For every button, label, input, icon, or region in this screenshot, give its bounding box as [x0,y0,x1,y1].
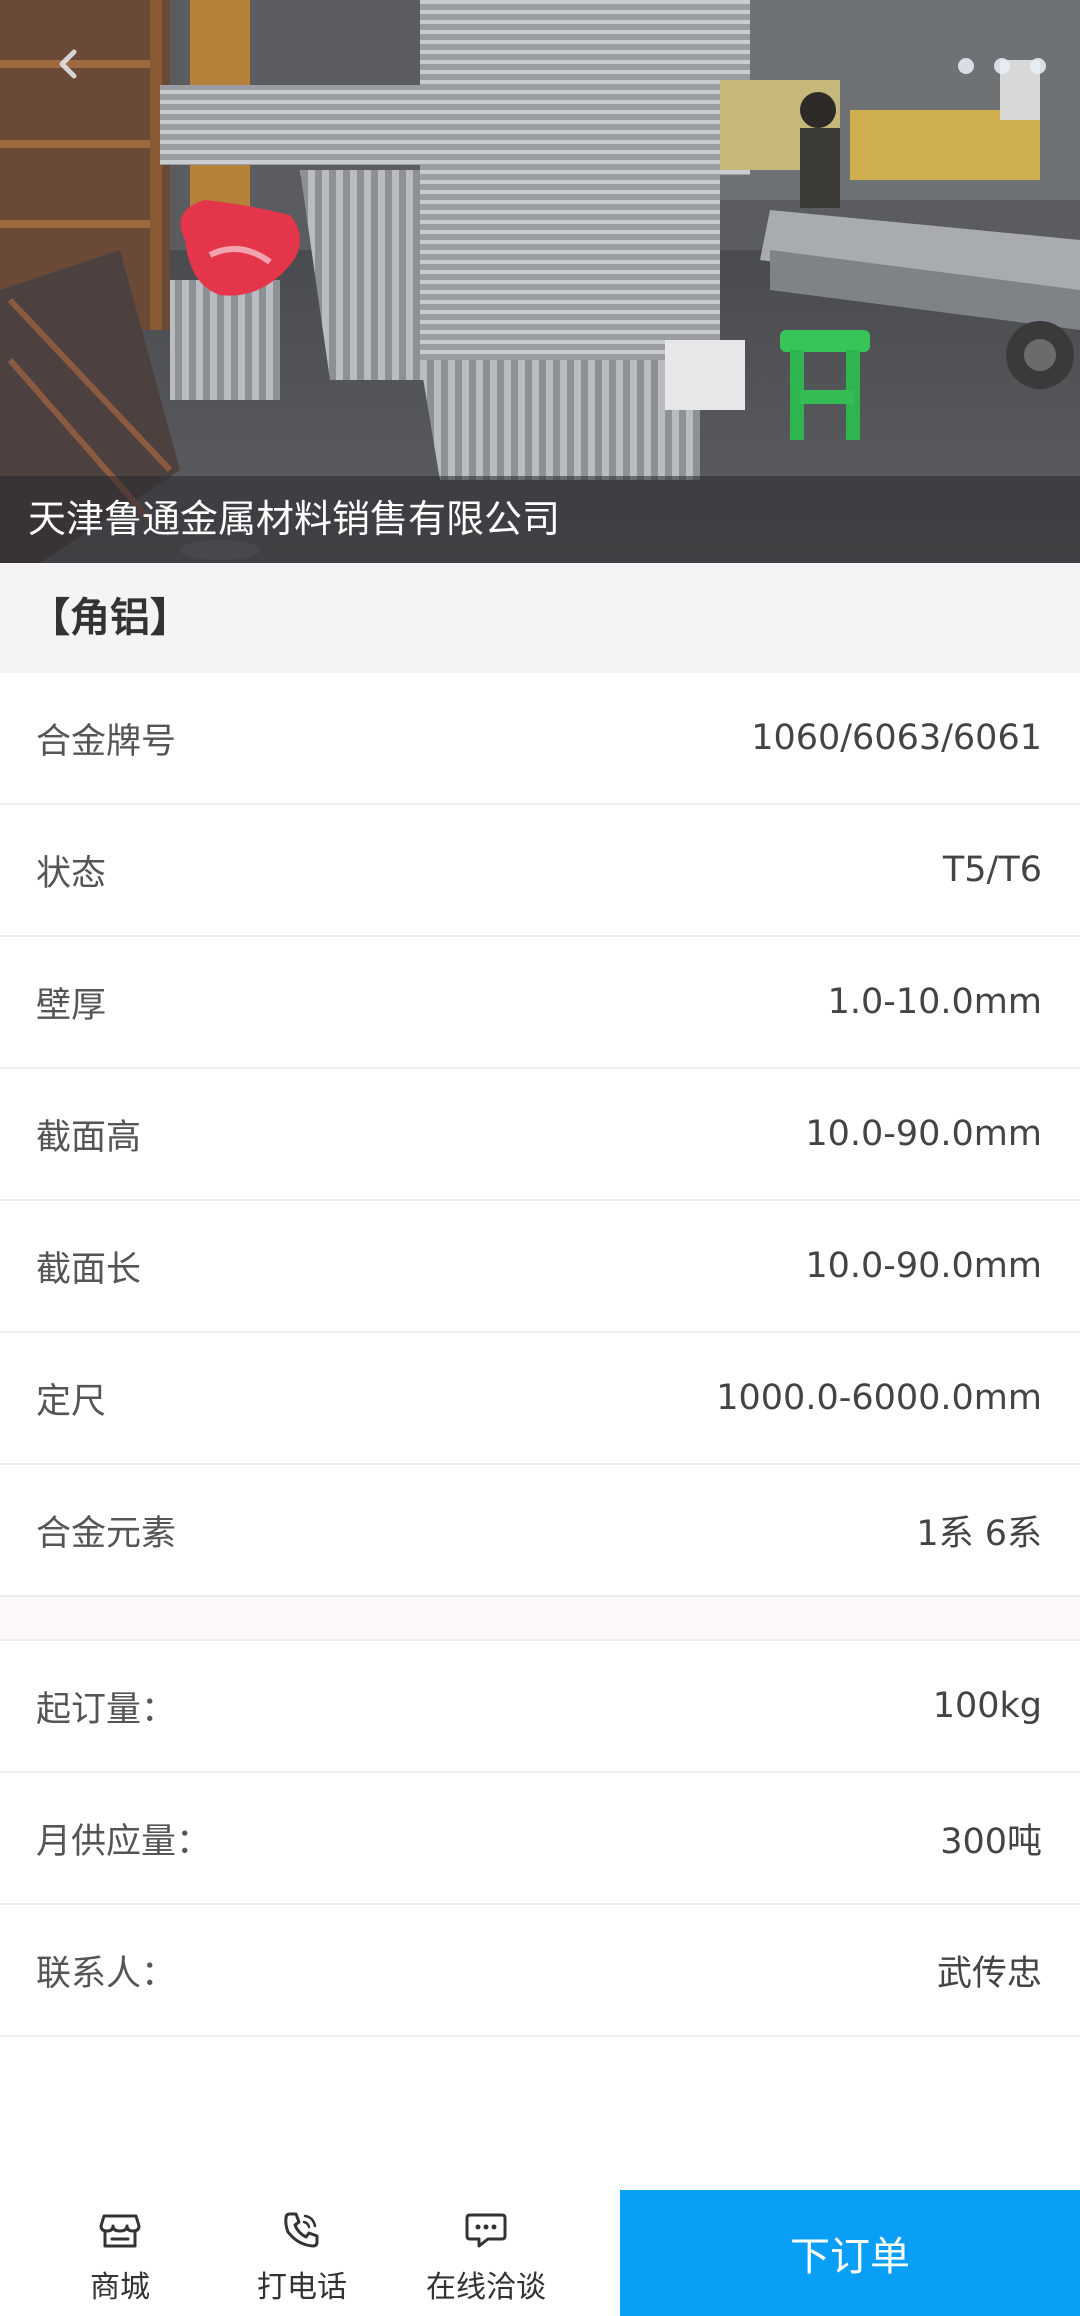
more-button[interactable] [958,50,1046,82]
supply-label: 起订量： [36,1689,177,1730]
spec-row-temper: 状态 T5/T6 [0,805,1080,937]
supply-value: 武传忠 [936,1953,1042,1994]
spec-row-wall-thickness: 壁厚 1.0-10.0mm [0,937,1080,1069]
chevron-left-icon [59,49,77,79]
phone-icon [284,2212,319,2248]
spec-label: 合金牌号 [36,721,177,762]
place-order-button[interactable]: 下订单 [620,2190,1080,2316]
shop-button[interactable]: 商城 [58,2186,182,2316]
supply-row-monthly-supply: 月供应量： 300吨 [0,1773,1080,1905]
call-label: 打电话 [257,2270,347,2305]
supply-value: 300吨 [940,1821,1042,1862]
spec-value: 1.0-10.0mm [827,982,1042,1022]
section-divider [0,1597,1080,1641]
spec-value: 1060/6063/6061 [751,718,1042,758]
store-icon [99,2214,141,2248]
product-title: 【角铝】 [0,563,1080,673]
supply-row-min-order: 起订量： 100kg [0,1641,1080,1773]
back-button[interactable] [40,36,96,92]
supply-row-contact: 联系人： 武传忠 [0,1905,1080,2037]
product-photo: 天津鲁通金属材料销售有限公司 [0,0,1080,563]
online-chat-label: 在线洽谈 [426,2270,546,2305]
spec-label: 合金元素 [36,1513,177,1554]
more-dots-icon [958,58,974,74]
spec-row-alloy-grade: 合金牌号 1060/6063/6061 [0,673,1080,805]
shop-label: 商城 [90,2270,150,2305]
chat-bubble-icon [465,2213,507,2248]
spec-value: T5/T6 [942,850,1042,890]
call-button[interactable]: 打电话 [240,2186,364,2316]
supply-label: 月供应量： [36,1821,212,1862]
supply-value: 100kg [932,1686,1042,1726]
spec-row-fixed-length: 定尺 1000.0-6000.0mm [0,1333,1080,1465]
company-name: 天津鲁通金属材料销售有限公司 [0,476,1080,563]
spec-row-alloy-elements: 合金元素 1系 6系 [0,1465,1080,1597]
spec-label: 截面高 [36,1117,142,1158]
spec-list: 合金牌号 1060/6063/6061 状态 T5/T6 壁厚 1.0-10.0… [0,673,1080,2037]
spec-label: 截面长 [36,1249,142,1290]
spec-value: 10.0-90.0mm [805,1114,1042,1154]
spec-value: 1000.0-6000.0mm [716,1378,1042,1418]
supply-label: 联系人： [36,1953,177,1994]
spec-label: 壁厚 [36,985,107,1026]
bottom-action-bar: 商城 打电话 在线洽谈 下订单 [0,2186,1080,2316]
online-chat-button[interactable]: 在线洽谈 [414,2186,558,2316]
spec-value: 1系 6系 [916,1513,1042,1554]
spec-value: 10.0-90.0mm [805,1246,1042,1286]
spec-row-section-height: 截面高 10.0-90.0mm [0,1069,1080,1201]
spec-label: 定尺 [36,1381,107,1422]
spec-row-section-length: 截面长 10.0-90.0mm [0,1201,1080,1333]
spec-label: 状态 [36,853,107,894]
